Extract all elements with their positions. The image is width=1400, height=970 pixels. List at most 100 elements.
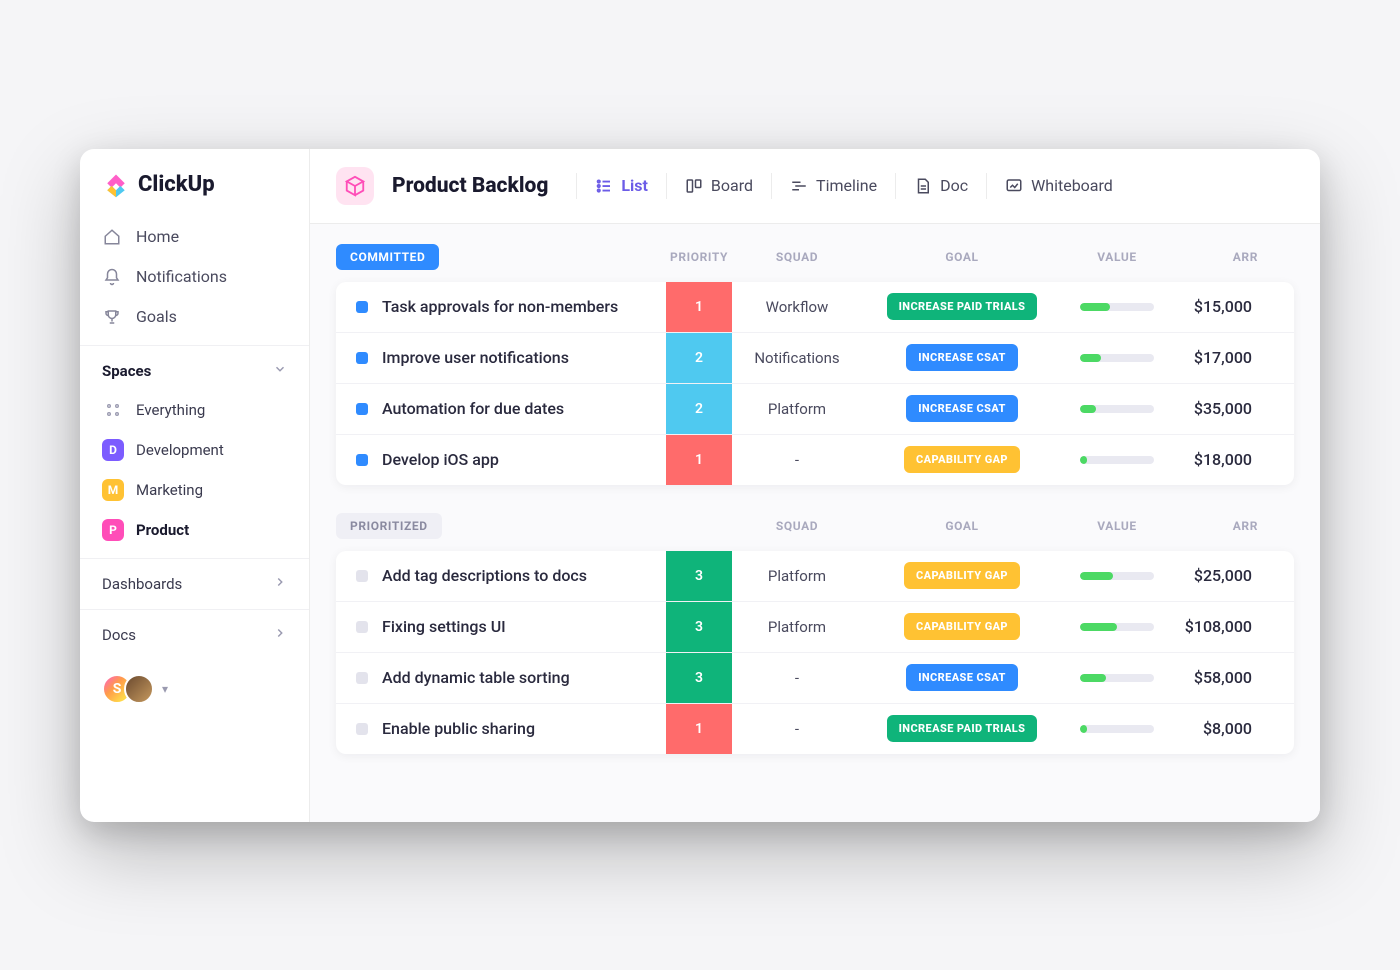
arr-cell[interactable]: $17,000 <box>1172 348 1272 367</box>
space-item-development[interactable]: D Development <box>80 430 309 470</box>
priority-cell[interactable]: 1 <box>666 704 732 754</box>
task-title: Enable public sharing <box>382 719 535 738</box>
arr-cell[interactable]: $35,000 <box>1172 399 1272 418</box>
priority-cell[interactable]: 2 <box>666 333 732 383</box>
arr-cell[interactable]: $58,000 <box>1172 668 1272 687</box>
view-tab-label: Timeline <box>816 176 877 195</box>
goal-cell[interactable]: INCREASE CSAT <box>862 344 1062 371</box>
space-everything[interactable]: Everything <box>80 390 309 430</box>
squad-cell[interactable]: Platform <box>732 618 862 636</box>
priority-cell[interactable]: 2 <box>666 384 732 434</box>
app-window: ClickUp Home Notifications Goals Spaces <box>80 149 1320 822</box>
nav-notifications[interactable]: Notifications <box>80 257 309 297</box>
chevron-down-icon <box>273 362 287 380</box>
task-row[interactable]: Improve user notifications 2 Notificatio… <box>336 333 1294 384</box>
space-item-marketing[interactable]: M Marketing <box>80 470 309 510</box>
goal-chip: INCREASE CSAT <box>906 395 1018 422</box>
brand-logo[interactable]: ClickUp <box>80 171 309 217</box>
squad-cell[interactable]: - <box>732 720 862 738</box>
user-switcher[interactable]: S ▾ <box>80 660 309 704</box>
task-title-cell: Develop iOS app <box>336 450 666 469</box>
priority-cell[interactable]: 3 <box>666 653 732 703</box>
arr-cell[interactable]: $18,000 <box>1172 450 1272 469</box>
task-row[interactable]: Add tag descriptions to docs 3 Platform … <box>336 551 1294 602</box>
group-label[interactable]: PRIORITIZED <box>336 513 442 539</box>
progress-track <box>1080 303 1154 311</box>
task-row[interactable]: Develop iOS app 1 - CAPABILITY GAP $18,0… <box>336 435 1294 485</box>
bell-icon <box>102 267 122 287</box>
task-row[interactable]: Enable public sharing 1 - INCREASE PAID … <box>336 704 1294 754</box>
nav-home[interactable]: Home <box>80 217 309 257</box>
status-dot-icon <box>356 403 368 415</box>
goal-cell[interactable]: CAPABILITY GAP <box>862 562 1062 589</box>
value-cell[interactable] <box>1062 674 1172 682</box>
progress-fill <box>1080 354 1101 362</box>
view-tab-doc[interactable]: Doc <box>914 176 968 195</box>
goal-chip: CAPABILITY GAP <box>904 613 1020 640</box>
arr-cell[interactable]: $25,000 <box>1172 566 1272 585</box>
goal-cell[interactable]: CAPABILITY GAP <box>862 446 1062 473</box>
chevron-right-icon <box>273 626 287 644</box>
squad-cell[interactable]: - <box>732 669 862 687</box>
task-row[interactable]: Task approvals for non-members 1 Workflo… <box>336 282 1294 333</box>
goal-cell[interactable]: INCREASE PAID TRIALS <box>862 293 1062 320</box>
divider <box>576 173 577 199</box>
nav-goals[interactable]: Goals <box>80 297 309 337</box>
task-row[interactable]: Automation for due dates 2 Platform INCR… <box>336 384 1294 435</box>
squad-cell[interactable]: Notifications <box>732 349 862 367</box>
value-cell[interactable] <box>1062 725 1172 733</box>
progress-fill <box>1080 303 1110 311</box>
value-cell[interactable] <box>1062 405 1172 413</box>
arr-cell[interactable]: $15,000 <box>1172 297 1272 316</box>
col-squad: SQUAD <box>732 250 862 264</box>
goal-cell[interactable]: INCREASE PAID TRIALS <box>862 715 1062 742</box>
task-title-cell: Enable public sharing <box>336 719 666 738</box>
priority-cell[interactable]: 1 <box>666 435 732 485</box>
squad-cell[interactable]: Platform <box>732 400 862 418</box>
goal-cell[interactable]: INCREASE CSAT <box>862 395 1062 422</box>
value-cell[interactable] <box>1062 456 1172 464</box>
value-cell[interactable] <box>1062 623 1172 631</box>
space-badge: D <box>102 439 124 461</box>
view-tab-timeline[interactable]: Timeline <box>790 176 877 195</box>
view-tab-label: Whiteboard <box>1031 176 1113 195</box>
task-list: Add tag descriptions to docs 3 Platform … <box>336 551 1294 754</box>
space-item-product[interactable]: P Product <box>80 510 309 550</box>
view-tab-whiteboard[interactable]: Whiteboard <box>1005 176 1113 195</box>
view-tab-label: List <box>621 176 648 195</box>
nav-dashboards[interactable]: Dashboards <box>80 559 309 609</box>
space-badge: M <box>102 479 124 501</box>
divider <box>771 173 772 199</box>
status-dot-icon <box>356 570 368 582</box>
view-tab-list[interactable]: List <box>595 176 648 195</box>
squad-cell[interactable]: Platform <box>732 567 862 585</box>
nav-docs[interactable]: Docs <box>80 609 309 660</box>
task-row[interactable]: Add dynamic table sorting 3 - INCREASE C… <box>336 653 1294 704</box>
value-cell[interactable] <box>1062 572 1172 580</box>
group-label[interactable]: COMMITTED <box>336 244 439 270</box>
view-tab-board[interactable]: Board <box>685 176 753 195</box>
arr-cell[interactable]: $8,000 <box>1172 719 1272 738</box>
whiteboard-icon <box>1005 177 1023 195</box>
spaces-header[interactable]: Spaces <box>80 345 309 390</box>
arr-cell[interactable]: $108,000 <box>1172 617 1272 636</box>
task-title: Automation for due dates <box>382 399 564 418</box>
priority-cell[interactable]: 1 <box>666 282 732 332</box>
progress-fill <box>1080 623 1117 631</box>
clickup-logo-icon <box>102 171 130 199</box>
priority-cell[interactable]: 3 <box>666 602 732 652</box>
task-row[interactable]: Fixing settings UI 3 Platform CAPABILITY… <box>336 602 1294 653</box>
col-value: VALUE <box>1062 250 1172 264</box>
progress-fill <box>1080 456 1087 464</box>
value-cell[interactable] <box>1062 354 1172 362</box>
squad-cell[interactable]: Workflow <box>732 298 862 316</box>
goal-cell[interactable]: CAPABILITY GAP <box>862 613 1062 640</box>
value-cell[interactable] <box>1062 303 1172 311</box>
squad-cell[interactable]: - <box>732 451 862 469</box>
goal-chip: INCREASE PAID TRIALS <box>887 293 1038 320</box>
priority-cell[interactable]: 3 <box>666 551 732 601</box>
task-title-cell: Automation for due dates <box>336 399 666 418</box>
space-everything-label: Everything <box>136 401 205 419</box>
goal-cell[interactable]: INCREASE CSAT <box>862 664 1062 691</box>
main: Product Backlog ListBoardTimelineDocWhit… <box>310 149 1320 822</box>
